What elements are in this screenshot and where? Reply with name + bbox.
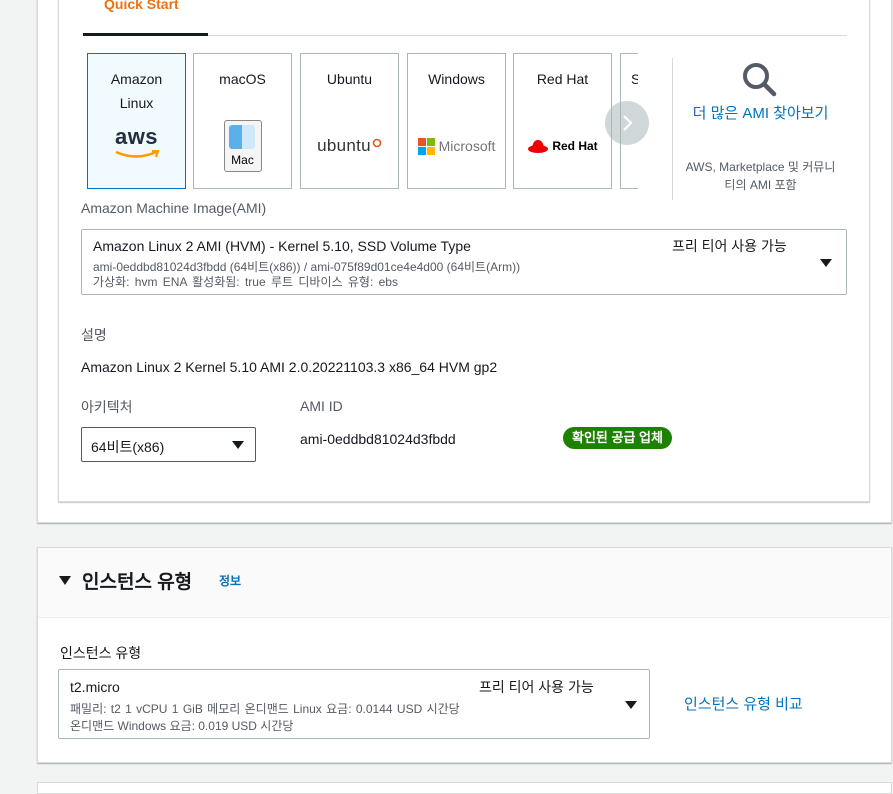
os-tile-redhat[interactable]: Red Hat Red Hat (513, 53, 612, 189)
os-tile-label: Red Hat (536, 71, 589, 87)
architecture-select-value: 64비트(x86) (91, 439, 165, 455)
ami-id-value: ami-0eddbd81024d3fbdd (300, 431, 456, 447)
free-tier-label: 프리 티어 사용 가능 (479, 679, 594, 695)
ami-id-label: AMI ID (300, 398, 343, 414)
tab-quick-start[interactable]: Quick Start (104, 0, 179, 12)
ami-label: Amazon Machine Image(AMI) (81, 200, 267, 216)
active-tab-underline (83, 33, 208, 36)
os-tile-label: Windows (428, 71, 485, 87)
info-link[interactable]: 정보 (219, 572, 241, 589)
instance-type-label: 인스턴스 유형 (60, 645, 142, 661)
ami-select-title: Amazon Linux 2 AMI (HVM) - Kernel 5.10, … (93, 238, 471, 254)
os-tile-macos[interactable]: macOS Mac (193, 53, 292, 189)
verified-provider-badge: 확인된 공급 업체 (563, 427, 672, 449)
os-tile-label: Ubuntu (326, 71, 373, 87)
browse-more-ami-link[interactable]: 더 많은 AMI 찾아보기 (683, 102, 838, 125)
os-tile-ubuntu[interactable]: Ubuntu ubuntu (300, 53, 399, 189)
instance-type-select[interactable]: t2.micro 패밀리: t2 1 vCPU 1 GiB 메모리 온디맨드 L… (58, 669, 650, 739)
free-tier-label: 프리 티어 사용 가능 (672, 238, 787, 254)
section-title: 인스턴스 유형 (82, 572, 193, 593)
collapse-caret-icon[interactable] (59, 576, 71, 585)
redhat-logo-icon: Red Hat (514, 126, 611, 166)
caret-down-icon (232, 441, 244, 449)
os-tile-label: Amazon Linux (110, 71, 163, 111)
description-label: 설명 (81, 327, 107, 343)
caret-down-icon (820, 259, 832, 267)
instance-type-specs: 패밀리: t2 1 vCPU 1 GiB 메모리 온디맨드 Linux 요금: … (70, 702, 460, 716)
instance-type-value: t2.micro (70, 679, 120, 695)
mac-finder-icon: Mac (194, 120, 291, 172)
description-value: Amazon Linux 2 Kernel 5.10 AMI 2.0.20221… (81, 359, 498, 375)
os-tile-label: S (631, 71, 638, 87)
architecture-select[interactable]: 64비트(x86) (81, 427, 256, 462)
ubuntu-logo-icon: ubuntu (301, 126, 398, 166)
os-tile-windows[interactable]: Windows Microsoft (407, 53, 506, 189)
next-panel (37, 782, 892, 794)
os-tile-amazon-linux[interactable]: Amazon Linux aws (87, 53, 186, 189)
chevron-right-icon (623, 115, 633, 131)
tab-divider (208, 35, 847, 36)
browse-more-ami-description: AWS, Marketplace 및 커뮤니티의 AMI 포함 (685, 160, 836, 192)
os-carousel: Amazon Linux aws macOS Mac Ubuntu ubuntu… (84, 50, 638, 195)
ami-select-details: 가상화: hvm ENA 활성화됨: true 루트 디바이스 유형: ebs (93, 275, 398, 289)
search-icon[interactable] (740, 60, 778, 103)
architecture-label: 아키텍처 (81, 399, 133, 415)
microsoft-logo-icon: Microsoft (408, 126, 505, 166)
instance-type-windows-price: 온디맨드 Windows 요금: 0.019 USD 시간당 (70, 719, 294, 733)
ami-select[interactable]: Amazon Linux 2 AMI (HVM) - Kernel 5.10, … (81, 229, 847, 295)
caret-down-icon (625, 701, 637, 709)
os-tile-label: macOS (219, 71, 266, 87)
compare-instance-types-link[interactable]: 인스턴스 유형 비교 (684, 693, 803, 714)
aws-logo-icon: aws (88, 126, 185, 166)
carousel-next-button[interactable] (605, 101, 649, 145)
browse-divider (672, 58, 673, 200)
